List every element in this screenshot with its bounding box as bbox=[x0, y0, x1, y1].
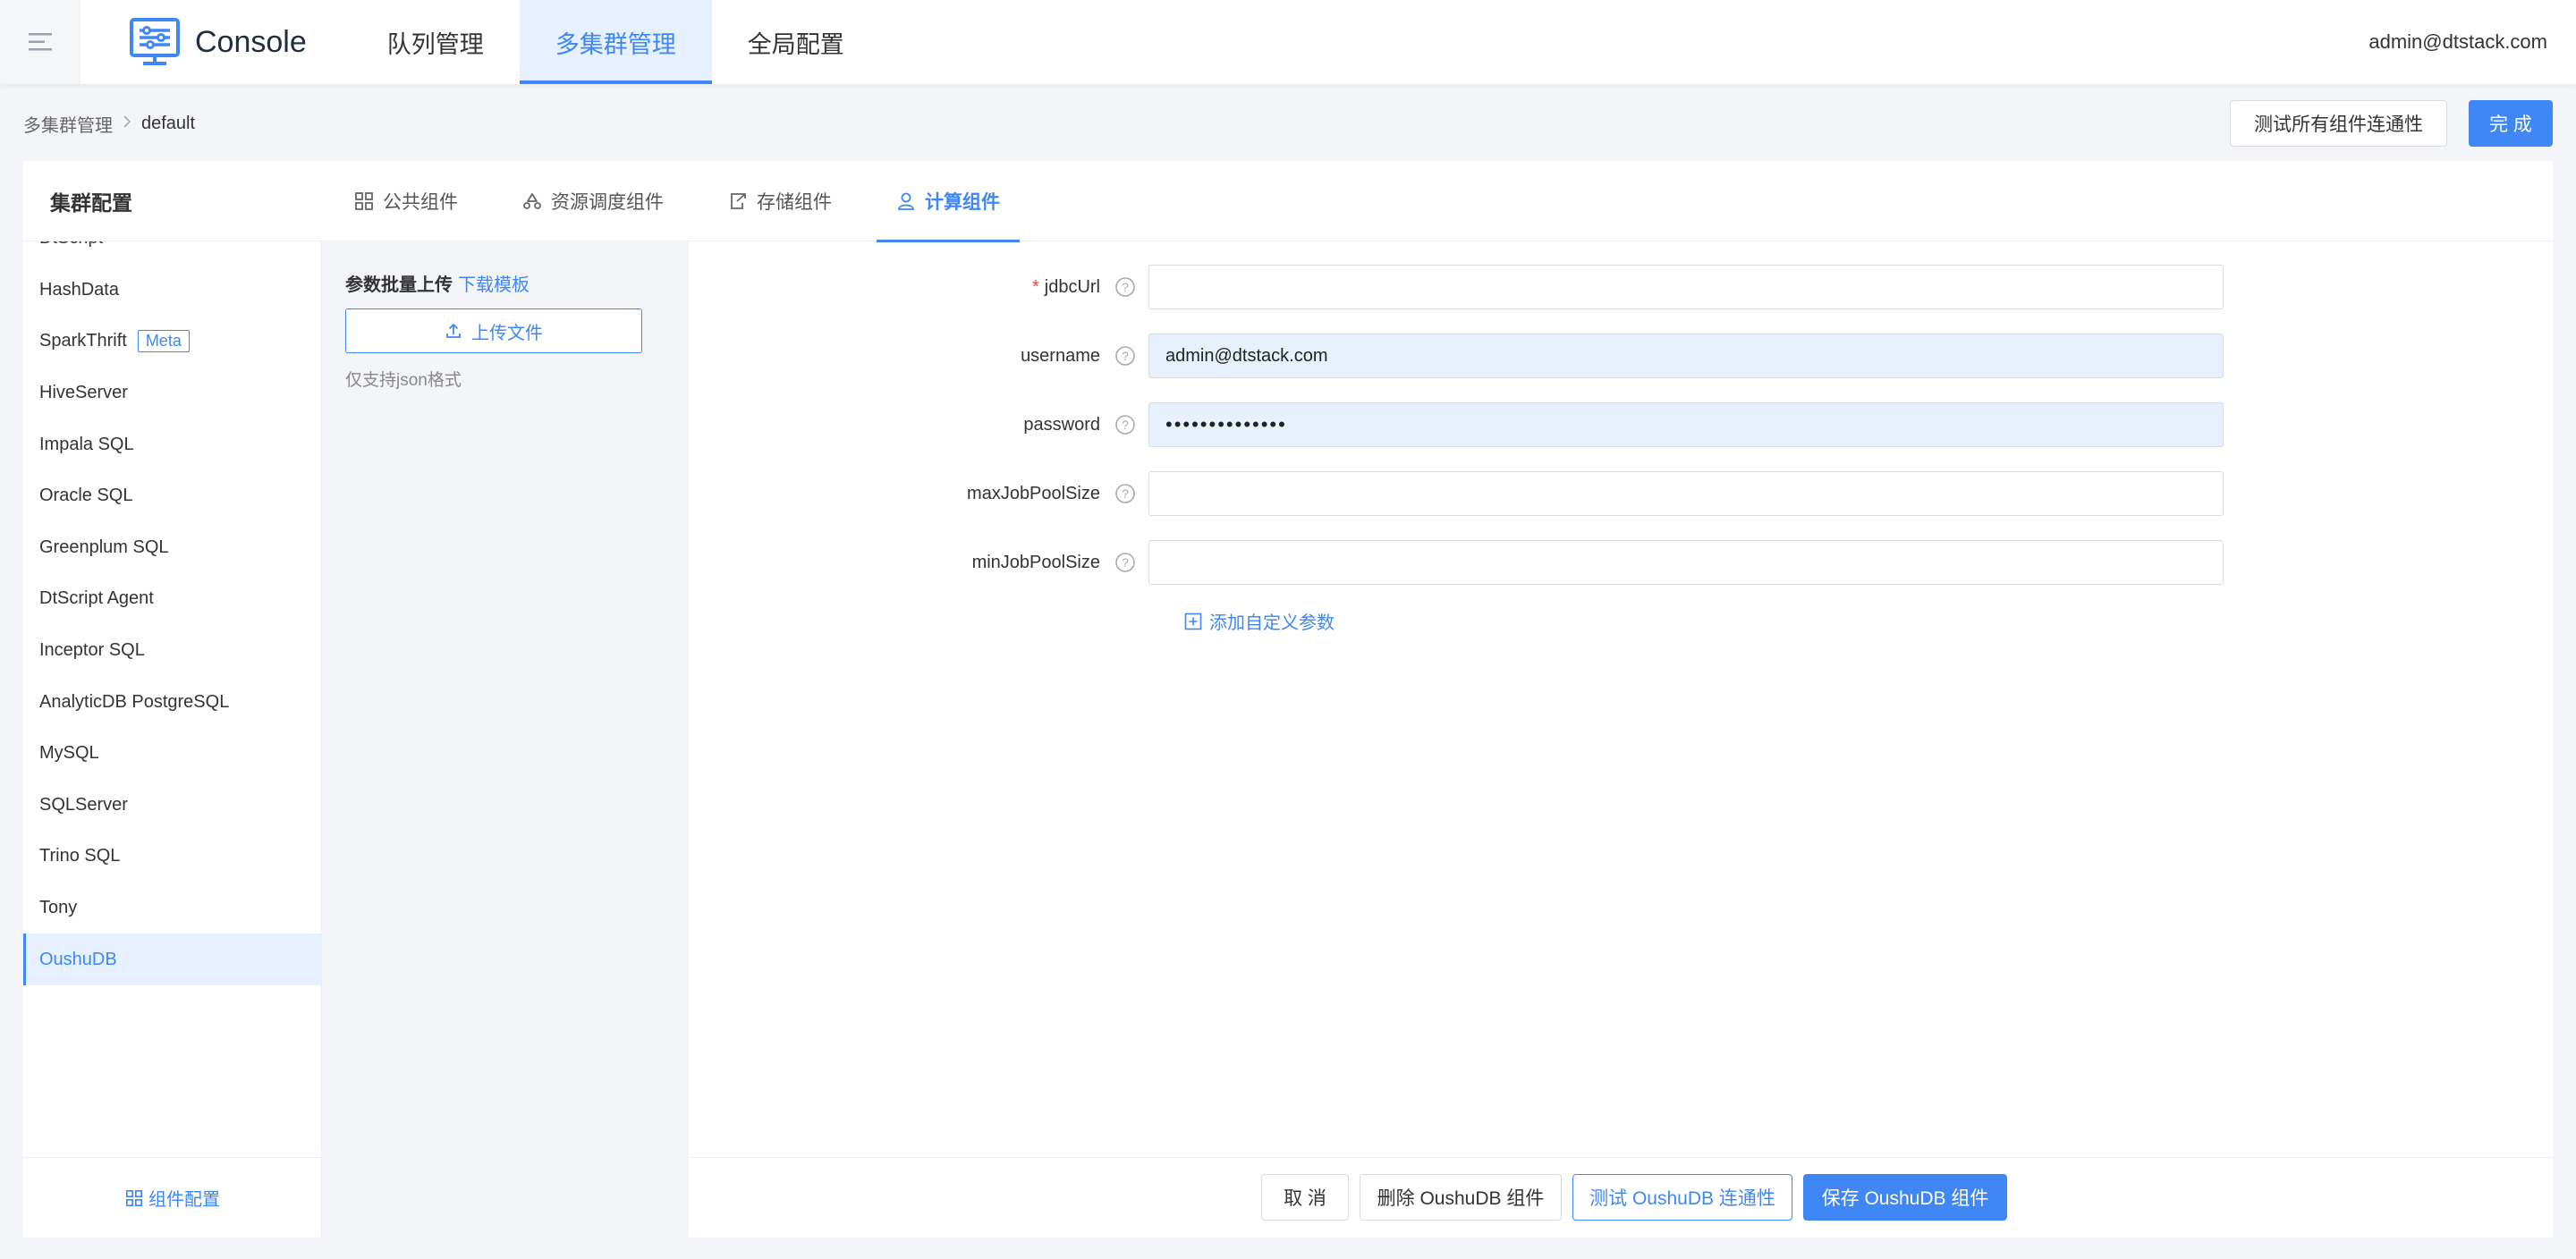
help-icon[interactable]: ? bbox=[1114, 276, 1136, 298]
component-item[interactable]: MySQL bbox=[23, 728, 321, 780]
component-item[interactable]: SQLServer bbox=[23, 780, 321, 832]
field-label: * jdbcUrl bbox=[1032, 265, 1100, 309]
tab-label: 公共组件 bbox=[383, 192, 458, 213]
upload-title-text: 参数批量上传 bbox=[345, 275, 453, 295]
param-upload-section: 参数批量上传 下载模板 上传文件 仅支持json格式 bbox=[322, 241, 689, 1238]
test-connectivity-button[interactable]: 测试 OushuDB 连通性 bbox=[1572, 1174, 1792, 1221]
component-item-oushudb[interactable]: OushuDB bbox=[23, 934, 321, 985]
plus-square-icon bbox=[1184, 613, 1202, 630]
component-item[interactable]: Impala SQL bbox=[23, 418, 321, 470]
brand[interactable]: Console bbox=[129, 17, 307, 67]
component-item[interactable]: Trino SQL bbox=[23, 831, 321, 883]
add-param-label: 添加自定义参数 bbox=[1209, 613, 1335, 633]
console-logo-icon bbox=[130, 18, 180, 65]
component-item[interactable]: AnalyticDB PostgreSQL bbox=[23, 676, 321, 728]
help-icon[interactable]: ? bbox=[1114, 483, 1136, 504]
cluster-config-panel: 集群配置 公共组件 资源调度组件 存储组件 计算组件 HashData Spar… bbox=[23, 161, 2553, 1238]
upload-icon bbox=[446, 323, 461, 338]
tab-storage-components[interactable]: 存储组件 bbox=[708, 161, 852, 241]
form-row-minjobpoolsize: minJobPoolSize ? bbox=[691, 540, 2553, 585]
add-custom-param-button[interactable]: 添加自定义参数 bbox=[1184, 608, 1335, 634]
export-icon bbox=[731, 193, 746, 209]
svg-text:?: ? bbox=[1122, 280, 1129, 294]
download-template-link[interactable]: 下载模板 bbox=[458, 275, 530, 295]
chevron-right-icon bbox=[122, 114, 132, 133]
recycle-icon bbox=[523, 193, 541, 209]
component-item[interactable]: Inceptor SQL bbox=[23, 625, 321, 677]
field-label: username bbox=[1021, 345, 1100, 366]
field-label: minJobPoolSize bbox=[971, 552, 1100, 572]
nav-global-config[interactable]: 全局配置 bbox=[712, 0, 880, 84]
grid-icon bbox=[126, 1189, 142, 1206]
component-tabs: 公共组件 资源调度组件 存储组件 计算组件 bbox=[335, 161, 1045, 242]
save-component-button[interactable]: 保存 OushuDB 组件 bbox=[1803, 1174, 2007, 1221]
component-item[interactable]: SparkThrift Meta bbox=[23, 316, 321, 368]
maxjobpoolsize-input[interactable] bbox=[1148, 471, 2224, 516]
tab-common-components[interactable]: 公共组件 bbox=[335, 161, 478, 241]
user-account[interactable]: admin@dtstack.com bbox=[2368, 0, 2547, 84]
svg-text:?: ? bbox=[1122, 555, 1129, 570]
nav-multi-cluster[interactable]: 多集群管理 bbox=[519, 0, 712, 84]
breadcrumb: 多集群管理 default bbox=[23, 109, 195, 138]
form-footer: 取 消 删除 OushuDB 组件 测试 OushuDB 连通性 保存 Oush… bbox=[691, 1157, 2553, 1238]
username-input[interactable] bbox=[1148, 334, 2224, 378]
component-item-label: SparkThrift bbox=[39, 331, 127, 351]
top-header: Console 队列管理 多集群管理 全局配置 admin@dtstack.co… bbox=[0, 0, 2576, 84]
upload-button-label: 上传文件 bbox=[471, 323, 543, 343]
svg-text:?: ? bbox=[1122, 486, 1129, 501]
form-row-username: username ? bbox=[691, 334, 2553, 378]
tab-label: 计算组件 bbox=[925, 192, 1000, 213]
delete-component-button[interactable]: 删除 OushuDB 组件 bbox=[1360, 1174, 1562, 1221]
cancel-button[interactable]: 取 消 bbox=[1261, 1174, 1349, 1221]
component-item[interactable]: Oracle SQL bbox=[23, 470, 321, 522]
menu-toggle-button[interactable] bbox=[0, 0, 80, 84]
jdbcurl-input[interactable] bbox=[1148, 265, 2224, 309]
upload-title: 参数批量上传 下载模板 bbox=[345, 270, 530, 296]
upload-hint: 仅支持json格式 bbox=[345, 371, 462, 390]
field-label: password bbox=[1023, 414, 1100, 435]
finish-button[interactable]: 完 成 bbox=[2469, 100, 2553, 147]
component-config-label: 组件配置 bbox=[148, 1190, 220, 1210]
nav-queue-management[interactable]: 队列管理 bbox=[352, 0, 520, 84]
help-icon[interactable]: ? bbox=[1114, 414, 1136, 435]
hamburger-icon bbox=[29, 33, 52, 51]
component-item[interactable]: HashData bbox=[23, 265, 321, 317]
tab-compute-components[interactable]: 计算组件 bbox=[877, 161, 1020, 242]
component-item[interactable]: Tony bbox=[23, 883, 321, 934]
breadcrumb-root[interactable]: 多集群管理 bbox=[23, 111, 113, 137]
form-row-password: password ? bbox=[691, 402, 2553, 447]
upload-file-button[interactable]: 上传文件 bbox=[345, 308, 642, 353]
help-icon[interactable]: ? bbox=[1114, 345, 1136, 367]
panel-title: 集群配置 bbox=[50, 191, 132, 215]
svg-text:?: ? bbox=[1122, 418, 1129, 432]
component-item[interactable]: DtScript bbox=[23, 241, 321, 265]
brand-name: Console bbox=[195, 24, 307, 59]
meta-tag: Meta bbox=[137, 330, 190, 353]
component-config-button[interactable]: 组件配置 bbox=[23, 1157, 321, 1238]
component-list-scroll[interactable]: DtScript HashData SparkThrift Meta HiveS… bbox=[23, 241, 321, 985]
required-mark: * bbox=[1031, 276, 1039, 297]
minjobpoolsize-input[interactable] bbox=[1148, 540, 2224, 585]
component-form: *jdbcUrl ? username ? password ? maxJobP… bbox=[691, 241, 2553, 1238]
component-item[interactable]: Greenplum SQL bbox=[23, 522, 321, 574]
field-label: maxJobPoolSize bbox=[967, 483, 1100, 503]
form-row-jdbcurl: * jdbcUrl ? bbox=[691, 265, 2553, 309]
component-list: DtScript HashData SparkThrift Meta HiveS… bbox=[23, 241, 322, 1238]
help-icon[interactable]: ? bbox=[1114, 552, 1136, 573]
svg-text:?: ? bbox=[1122, 349, 1129, 363]
tab-label: 资源调度组件 bbox=[551, 192, 664, 213]
component-item[interactable]: DtScript Agent bbox=[23, 573, 321, 625]
password-input[interactable] bbox=[1148, 402, 2224, 447]
component-item[interactable]: HiveServer bbox=[23, 368, 321, 419]
user-icon bbox=[898, 192, 914, 210]
breadcrumb-current: default bbox=[141, 113, 196, 133]
test-all-connectivity-button[interactable]: 测试所有组件连通性 bbox=[2230, 100, 2447, 147]
panel-header: 集群配置 公共组件 资源调度组件 存储组件 计算组件 bbox=[23, 161, 2553, 242]
tab-label: 存储组件 bbox=[757, 192, 832, 213]
field-label-text: jdbcUrl bbox=[1044, 276, 1100, 297]
tab-resource-scheduling[interactable]: 资源调度组件 bbox=[503, 161, 683, 241]
grid-icon bbox=[355, 192, 373, 210]
form-row-maxjobpoolsize: maxJobPoolSize ? bbox=[691, 471, 2553, 516]
